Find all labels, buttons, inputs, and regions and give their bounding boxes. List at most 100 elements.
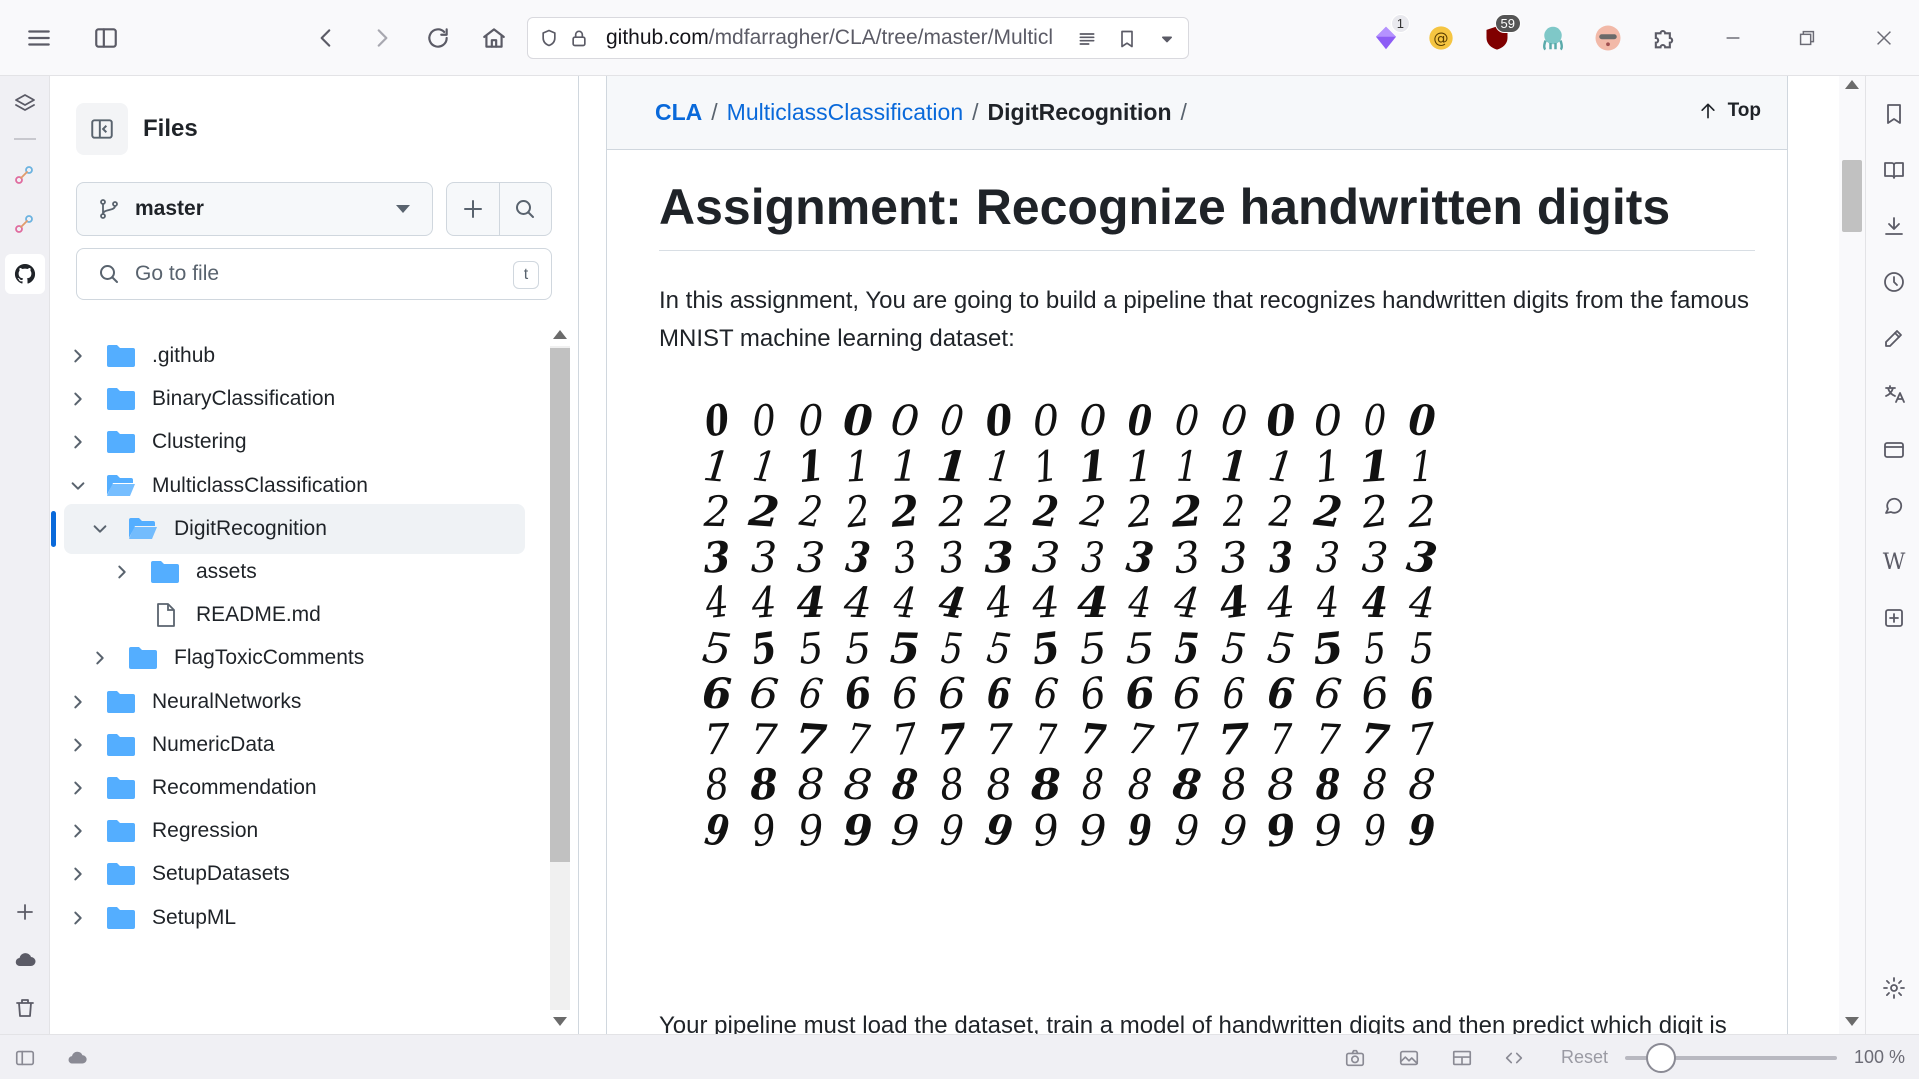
screenshot-icon[interactable] <box>1340 1043 1370 1073</box>
puzzle-extensions-icon[interactable] <box>1644 18 1684 58</box>
digit-glyph: 9 <box>938 804 966 856</box>
restore-icon[interactable] <box>1787 18 1827 58</box>
folder-icon <box>106 688 138 716</box>
home-icon[interactable] <box>474 18 514 58</box>
scroll-up-icon[interactable] <box>1845 80 1859 89</box>
url-text[interactable]: github.com/mdfarragher/CLA/tree/master/M… <box>606 26 1076 50</box>
image-toggle-icon[interactable] <box>1394 1043 1424 1073</box>
branch-selector[interactable]: master <box>76 182 433 236</box>
settings-icon[interactable] <box>1874 968 1914 1008</box>
tree-folder-item[interactable]: FlagToxicComments <box>64 633 525 683</box>
add-file-button[interactable] <box>447 183 499 235</box>
chat-icon[interactable] <box>1874 486 1914 526</box>
zoom-reset-button[interactable]: Reset <box>1561 1047 1608 1068</box>
arrow-up-icon <box>1700 103 1715 119</box>
file-tree: .github BinaryClassification Clustering Mul… <box>50 326 544 1034</box>
address-bar[interactable]: github.com/mdfarragher/CLA/tree/master/M… <box>527 17 1189 59</box>
chevron-right-icon[interactable] <box>68 389 88 409</box>
folder-icon <box>128 644 160 672</box>
github-tab-icon[interactable] <box>5 254 45 294</box>
chevron-down-icon[interactable] <box>90 519 110 539</box>
tree-item-label: MulticlassClassification <box>152 473 368 497</box>
trash-icon[interactable] <box>5 988 45 1028</box>
tab-favicon-icon[interactable] <box>5 205 45 245</box>
folder-icon <box>106 860 138 888</box>
tracking-shield-icon[interactable] <box>534 23 564 53</box>
digit-glyph: 9 <box>749 804 779 856</box>
mnist-digits-image: 0000000000000000111111111111111122222222… <box>697 394 1617 954</box>
reading-list-icon[interactable] <box>1874 150 1914 190</box>
forward-icon[interactable] <box>362 18 402 58</box>
scroll-thumb[interactable] <box>1842 160 1862 232</box>
go-to-file-input[interactable]: Go to file t <box>76 248 552 300</box>
zoom-slider-handle[interactable] <box>1646 1043 1677 1073</box>
close-icon[interactable] <box>1864 18 1904 58</box>
window-panel-icon[interactable] <box>1874 430 1914 470</box>
code-view-icon[interactable] <box>1499 1043 1529 1073</box>
chevron-right-icon[interactable] <box>68 346 88 366</box>
sync-cloud-icon[interactable] <box>62 1043 92 1073</box>
at-sign-extension-icon[interactable]: @ <box>1421 18 1461 58</box>
scroll-up-icon[interactable] <box>553 330 567 339</box>
lock-icon[interactable] <box>564 23 594 53</box>
chevron-right-icon[interactable] <box>68 908 88 928</box>
tree-item-label: Recommendation <box>152 776 317 799</box>
folder-icon <box>150 558 182 586</box>
bookmarks-icon[interactable] <box>1874 94 1914 134</box>
menu-icon[interactable] <box>19 18 59 58</box>
folder-icon <box>106 817 138 845</box>
tree-folder-item[interactable]: SetupML <box>64 893 525 943</box>
sidebar-toggle-icon[interactable] <box>86 18 126 58</box>
tab-favicon-icon[interactable] <box>5 156 45 196</box>
reload-icon[interactable] <box>418 18 458 58</box>
bookmark-icon[interactable] <box>1112 24 1142 54</box>
digit-glyph: 9 <box>1362 805 1388 855</box>
scroll-down-icon[interactable] <box>553 1017 567 1026</box>
breadcrumb-folder-link[interactable]: MulticlassClassification <box>727 99 963 126</box>
url-dropdown-icon[interactable] <box>1152 24 1182 54</box>
layers-icon[interactable] <box>5 84 45 124</box>
file-actions <box>446 182 552 236</box>
reader-view-icon[interactable] <box>1072 24 1102 54</box>
tree-folder-item[interactable]: SetupDatasets <box>64 849 525 899</box>
back-to-top-button[interactable]: Top <box>1698 100 1761 122</box>
search-button[interactable] <box>498 183 551 235</box>
collapse-panel-button[interactable] <box>76 103 128 155</box>
folder-open-icon <box>128 515 160 543</box>
panel-toggle-icon[interactable] <box>10 1043 40 1073</box>
chevron-down-icon[interactable] <box>68 476 88 496</box>
cloud-icon[interactable] <box>5 940 45 980</box>
ublock-shield-icon[interactable]: 59 <box>1477 14 1521 58</box>
folder-icon <box>106 385 138 413</box>
chevron-right-icon[interactable] <box>68 735 88 755</box>
scroll-down-icon[interactable] <box>1845 1017 1859 1026</box>
breadcrumb-repo-link[interactable]: CLA <box>655 99 702 126</box>
add-panel-icon[interactable] <box>1874 598 1914 638</box>
chevron-right-icon[interactable] <box>112 562 132 582</box>
file-tree-scrollbar[interactable] <box>546 326 574 1032</box>
tree-item-label: SetupDatasets <box>152 862 290 886</box>
chevron-right-icon[interactable] <box>68 778 88 798</box>
back-icon[interactable] <box>306 18 346 58</box>
face-extension-icon[interactable] <box>1588 18 1628 58</box>
minimize-icon[interactable] <box>1713 18 1753 58</box>
gem-extension-icon[interactable]: 1 <box>1366 14 1410 58</box>
readme-viewer: CLA / MulticlassClassification / DigitRe… <box>579 76 1839 1034</box>
wikipedia-icon[interactable]: W <box>1874 542 1914 582</box>
page-tiling-icon[interactable] <box>1447 1043 1477 1073</box>
octopus-extension-icon[interactable] <box>1533 18 1573 58</box>
chevron-right-icon[interactable] <box>68 864 88 884</box>
tree-folder-item[interactable]: Clustering <box>64 417 525 467</box>
digit-glyph: 9 <box>889 805 921 855</box>
notes-icon[interactable] <box>1874 318 1914 358</box>
chevron-right-icon[interactable] <box>68 692 88 712</box>
history-icon[interactable] <box>1874 262 1914 302</box>
scroll-thumb[interactable] <box>550 348 570 862</box>
chevron-right-icon[interactable] <box>68 432 88 452</box>
new-tab-icon[interactable] <box>5 892 45 932</box>
chevron-right-icon[interactable] <box>68 821 88 841</box>
downloads-icon[interactable] <box>1874 206 1914 246</box>
chevron-right-icon[interactable] <box>90 648 110 668</box>
main-scrollbar[interactable] <box>1839 76 1865 1034</box>
translate-icon[interactable] <box>1874 374 1914 414</box>
